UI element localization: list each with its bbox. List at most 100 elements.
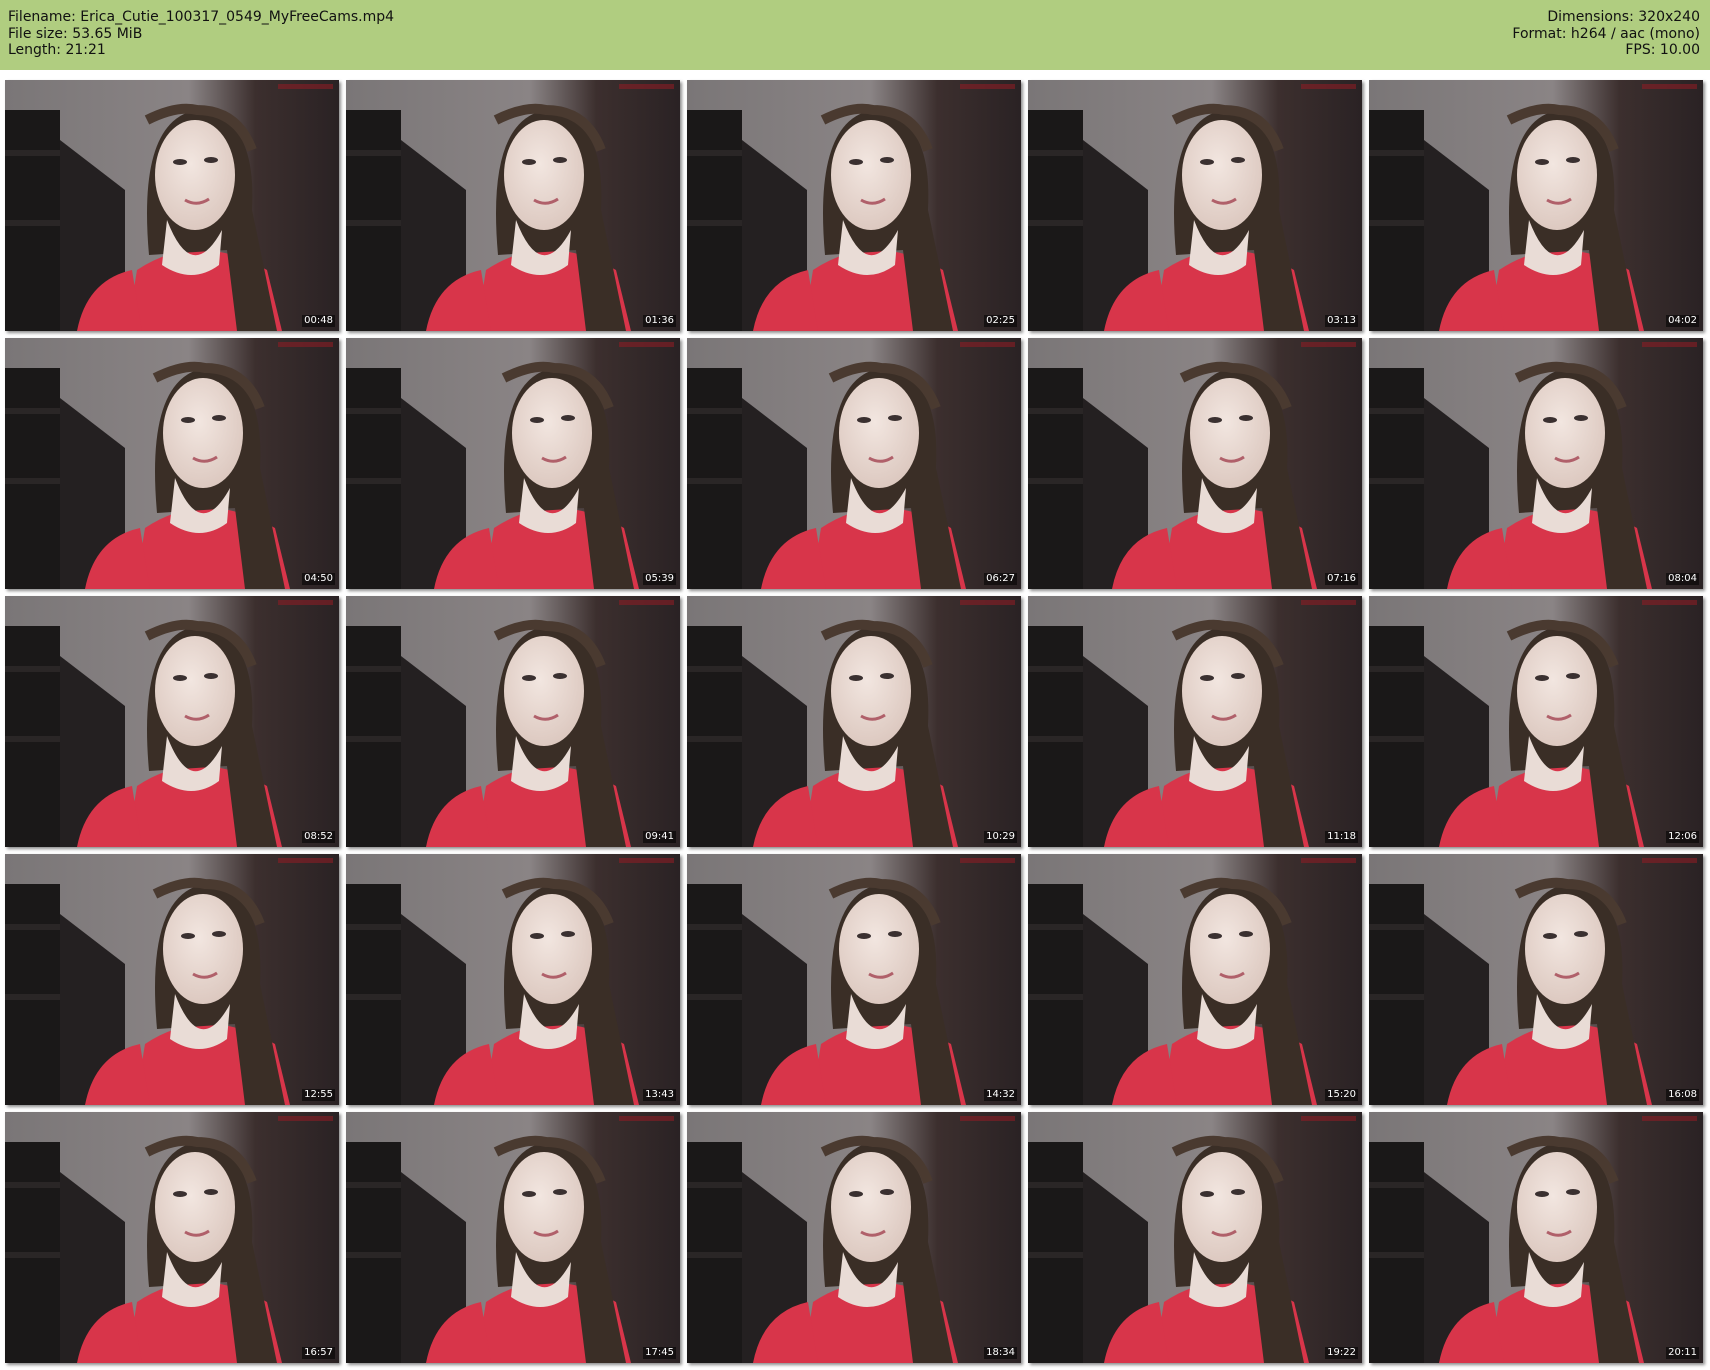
frame-timestamp: 19:22 <box>1325 1347 1358 1359</box>
frame-image <box>1369 80 1703 331</box>
info-header: Filename: Erica_Cutie_100317_0549_MyFree… <box>0 0 1710 70</box>
watermark-logo <box>1301 83 1356 90</box>
frame-image <box>5 338 339 589</box>
frame-timestamp: 04:02 <box>1666 315 1699 327</box>
watermark-logo <box>960 857 1015 864</box>
frame-image <box>5 1112 339 1363</box>
frame-timestamp: 17:45 <box>643 1347 676 1359</box>
frame-image <box>1028 854 1362 1105</box>
frame-image <box>346 596 680 847</box>
frame-timestamp: 00:48 <box>302 315 335 327</box>
video-frame-thumbnail: 05:39 <box>346 338 680 589</box>
frame-image <box>5 596 339 847</box>
frame-image <box>1369 854 1703 1105</box>
format-text: Format: h264 / aac (mono) <box>1512 25 1700 42</box>
frame-timestamp: 18:34 <box>984 1347 1017 1359</box>
video-frame-thumbnail: 03:13 <box>1028 80 1362 331</box>
frame-image <box>346 80 680 331</box>
video-frame-thumbnail: 04:02 <box>1369 80 1703 331</box>
watermark-logo <box>960 341 1015 348</box>
watermark-logo <box>1301 599 1356 606</box>
frame-timestamp: 20:11 <box>1666 1347 1699 1359</box>
watermark-logo <box>1642 341 1697 348</box>
frame-image <box>1369 1112 1703 1363</box>
video-frame-thumbnail: 15:20 <box>1028 854 1362 1105</box>
watermark-logo <box>619 857 674 864</box>
video-frame-thumbnail: 16:57 <box>5 1112 339 1363</box>
watermark-logo <box>960 1115 1015 1122</box>
video-frame-thumbnail: 01:36 <box>346 80 680 331</box>
video-frame-thumbnail: 18:34 <box>687 1112 1021 1363</box>
watermark-logo <box>1301 1115 1356 1122</box>
frame-image <box>687 80 1021 331</box>
watermark-logo <box>278 1115 333 1122</box>
video-frame-thumbnail: 04:50 <box>5 338 339 589</box>
filename-text: Filename: Erica_Cutie_100317_0549_MyFree… <box>8 9 395 25</box>
frame-timestamp: 07:16 <box>1325 573 1358 585</box>
filesize-text: File size: 53.65 MiB <box>8 25 143 42</box>
frame-image <box>346 854 680 1105</box>
watermark-logo <box>1301 341 1356 348</box>
video-frame-thumbnail: 07:16 <box>1028 338 1362 589</box>
frame-image <box>346 1112 680 1363</box>
video-frame-thumbnail: 17:45 <box>346 1112 680 1363</box>
video-frame-thumbnail: 11:18 <box>1028 596 1362 847</box>
video-frame-thumbnail: 20:11 <box>1369 1112 1703 1363</box>
watermark-logo <box>960 83 1015 90</box>
watermark-logo <box>1642 599 1697 606</box>
file-info-left: Filename: Erica_Cutie_100317_0549_MyFree… <box>8 9 394 59</box>
video-frame-thumbnail: 12:55 <box>5 854 339 1105</box>
watermark-logo <box>278 341 333 348</box>
frame-timestamp: 15:20 <box>1325 1089 1358 1101</box>
watermark-logo <box>619 599 674 606</box>
frame-image <box>5 80 339 331</box>
frame-image <box>1028 80 1362 331</box>
frame-image <box>1369 338 1703 589</box>
watermark-logo <box>1301 857 1356 864</box>
frame-timestamp: 09:41 <box>643 831 676 843</box>
frame-image <box>1028 1112 1362 1363</box>
watermark-logo <box>1642 83 1697 90</box>
fps-text: FPS: 10.00 <box>1625 42 1700 58</box>
video-frame-thumbnail: 08:52 <box>5 596 339 847</box>
watermark-logo <box>278 857 333 864</box>
frame-timestamp: 12:06 <box>1666 831 1699 843</box>
watermark-logo <box>619 1115 674 1122</box>
frame-timestamp: 08:52 <box>302 831 335 843</box>
frame-timestamp: 16:08 <box>1666 1089 1699 1101</box>
frame-timestamp: 01:36 <box>643 315 676 327</box>
length-text: Length: 21:21 <box>8 42 106 58</box>
frame-timestamp: 13:43 <box>643 1089 676 1101</box>
watermark-logo <box>619 83 674 90</box>
video-frame-thumbnail: 02:25 <box>687 80 1021 331</box>
frame-timestamp: 11:18 <box>1325 831 1358 843</box>
frame-timestamp: 04:50 <box>302 573 335 585</box>
frame-timestamp: 14:32 <box>984 1089 1017 1101</box>
video-frame-thumbnail: 10:29 <box>687 596 1021 847</box>
video-frame-thumbnail: 09:41 <box>346 596 680 847</box>
watermark-logo <box>960 599 1015 606</box>
frame-image <box>346 338 680 589</box>
frame-timestamp: 02:25 <box>984 315 1017 327</box>
frame-image <box>687 854 1021 1105</box>
video-frame-thumbnail: 14:32 <box>687 854 1021 1105</box>
watermark-logo <box>1642 1115 1697 1122</box>
frame-image <box>687 596 1021 847</box>
file-info-right: Dimensions: 320x240 Format: h264 / aac (… <box>1512 9 1700 59</box>
video-frame-thumbnail: 06:27 <box>687 338 1021 589</box>
frame-image <box>1028 338 1362 589</box>
frame-timestamp: 03:13 <box>1325 315 1358 327</box>
frame-timestamp: 10:29 <box>984 831 1017 843</box>
video-frame-thumbnail: 19:22 <box>1028 1112 1362 1363</box>
dimensions-text: Dimensions: 320x240 <box>1547 9 1700 25</box>
watermark-logo <box>619 341 674 348</box>
frame-timestamp: 08:04 <box>1666 573 1699 585</box>
video-frame-thumbnail: 12:06 <box>1369 596 1703 847</box>
frame-image <box>687 338 1021 589</box>
frame-timestamp: 16:57 <box>302 1347 335 1359</box>
thumbnail-grid: 00:48 01:36 02:25 03:13 04:02 04:50 05:39 06:27… <box>0 70 1710 1370</box>
frame-image <box>1369 596 1703 847</box>
frame-image <box>1028 596 1362 847</box>
watermark-logo <box>278 83 333 90</box>
frame-image <box>687 1112 1021 1363</box>
